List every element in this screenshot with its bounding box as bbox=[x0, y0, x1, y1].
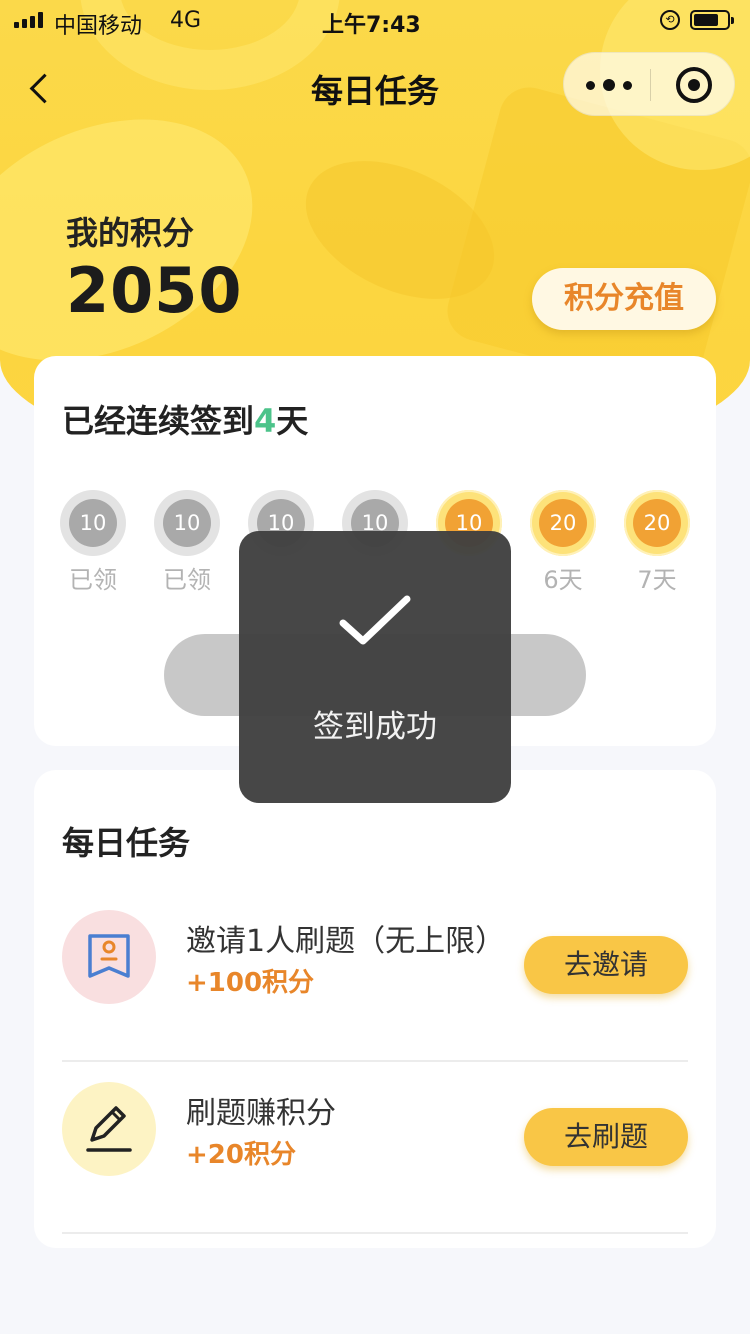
pencil-icon bbox=[62, 1082, 156, 1176]
invite-card-icon bbox=[62, 910, 156, 1004]
signin-day-6: 20 6天 bbox=[530, 490, 596, 595]
task-reward: +100积分 bbox=[186, 968, 315, 998]
toast-message: 签到成功 bbox=[313, 709, 437, 745]
status-bar: 中国移动 4G 上午7:43 ⟲ bbox=[0, 0, 750, 40]
task-row-invite: 邀请1人刷题（无上限） +100积分 去邀请 bbox=[62, 890, 688, 1062]
day-points: 10 bbox=[163, 499, 211, 547]
daily-tasks-card: 每日任务 邀请1人刷题（无上限） +100积分 去邀请 刷题赚积分 +20积分 … bbox=[34, 770, 716, 1248]
day-points: 20 bbox=[539, 499, 587, 547]
task-reward: +20积分 bbox=[186, 1140, 296, 1170]
task-name: 刷题赚积分 bbox=[186, 1096, 336, 1131]
signin-success-toast: 签到成功 bbox=[239, 531, 511, 803]
signin-day-1: 10 已领 bbox=[60, 490, 126, 595]
streak-count: 4 bbox=[254, 402, 277, 440]
signin-streak-title: 已经连续签到4天 bbox=[62, 396, 308, 442]
task-row-practice: 刷题赚积分 +20积分 去刷题 bbox=[62, 1062, 688, 1234]
carrier-name: 中国移动 bbox=[54, 14, 143, 39]
day-points: 10 bbox=[69, 499, 117, 547]
network-type: 4G bbox=[170, 8, 202, 33]
points-value: 2050 bbox=[66, 254, 243, 327]
mini-program-capsule bbox=[563, 52, 735, 116]
day-label: 6天 bbox=[543, 566, 583, 594]
more-icon[interactable] bbox=[586, 71, 632, 99]
invite-button[interactable]: 去邀请 bbox=[524, 936, 688, 994]
checkmark-icon bbox=[337, 593, 413, 653]
tasks-title: 每日任务 bbox=[62, 824, 191, 862]
signin-day-7: 20 7天 bbox=[624, 490, 690, 595]
points-label: 我的积分 bbox=[66, 214, 195, 252]
day-points: 20 bbox=[633, 499, 681, 547]
day-label: 7天 bbox=[637, 566, 677, 594]
signin-day-2: 10 已领 bbox=[154, 490, 220, 595]
battery-icon bbox=[690, 10, 734, 30]
practice-button[interactable]: 去刷题 bbox=[524, 1108, 688, 1166]
capsule-divider bbox=[650, 69, 651, 101]
day-label: 已领 bbox=[69, 566, 117, 594]
recharge-points-button[interactable]: 积分充值 bbox=[532, 268, 716, 330]
task-name: 邀请1人刷题（无上限） bbox=[186, 924, 506, 959]
coin-icon: 10 bbox=[60, 490, 126, 556]
coin-icon: 10 bbox=[154, 490, 220, 556]
day-label: 已领 bbox=[163, 566, 211, 594]
rotation-lock-icon: ⟲ bbox=[660, 10, 680, 30]
streak-suffix: 天 bbox=[276, 402, 309, 440]
status-time: 上午7:43 bbox=[322, 13, 421, 38]
streak-prefix: 已经连续签到 bbox=[62, 402, 255, 440]
signal-icon bbox=[14, 12, 43, 28]
coin-icon: 20 bbox=[530, 490, 596, 556]
close-circle-icon[interactable] bbox=[676, 67, 712, 103]
coin-icon: 20 bbox=[624, 490, 690, 556]
